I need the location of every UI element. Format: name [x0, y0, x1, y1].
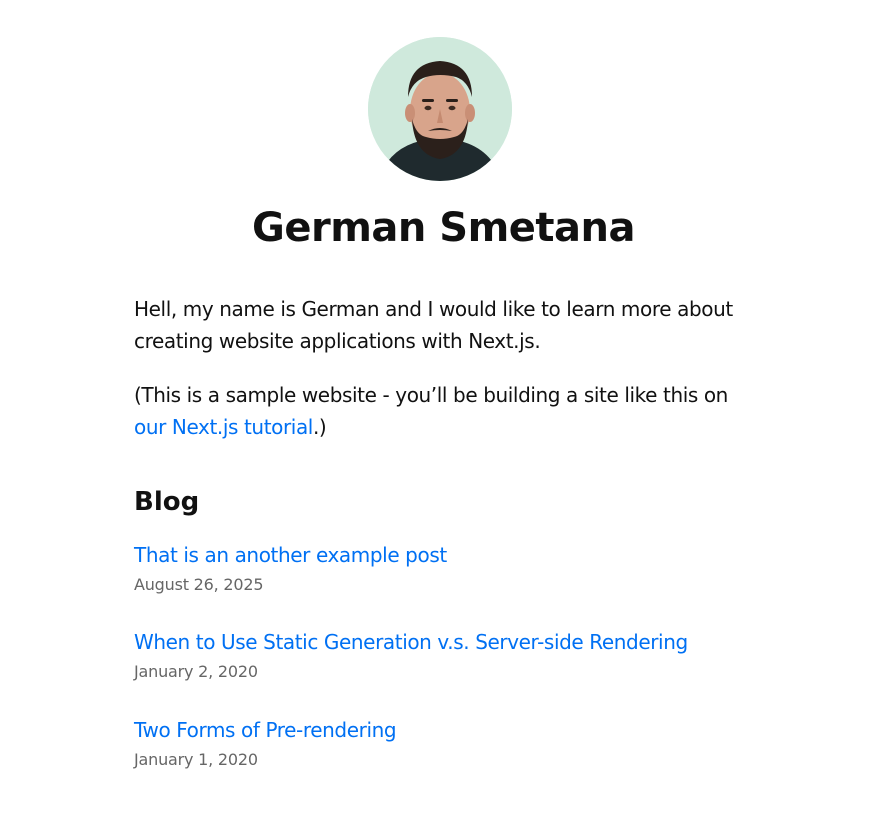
list-item: That is an another example post August 2… [134, 541, 754, 596]
post-title-link[interactable]: That is an another example post [134, 541, 754, 569]
page-title: German Smetana [252, 205, 635, 251]
profile-photo-icon [368, 37, 512, 181]
tutorial-note: (This is a sample website - you’ll be bu… [134, 379, 754, 443]
note-suffix: .) [312, 415, 327, 439]
post-date: January 1, 2020 [134, 750, 258, 769]
post-date: August 26, 2025 [134, 575, 264, 594]
list-item: Two Forms of Pre-rendering January 1, 20… [134, 716, 754, 771]
post-date: January 2, 2020 [134, 662, 258, 681]
list-item: When to Use Static Generation v.s. Serve… [134, 628, 754, 683]
tutorial-link[interactable]: our Next.js tutorial [134, 415, 313, 439]
blog-heading: Blog [134, 487, 200, 517]
avatar [368, 37, 512, 181]
intro-text: Hell, my name is German and I would like… [134, 297, 733, 353]
post-title-link[interactable]: Two Forms of Pre-rendering [134, 716, 754, 744]
post-title-link[interactable]: When to Use Static Generation v.s. Serve… [134, 628, 754, 656]
note-prefix: (This is a sample website - you’ll be bu… [134, 383, 728, 407]
